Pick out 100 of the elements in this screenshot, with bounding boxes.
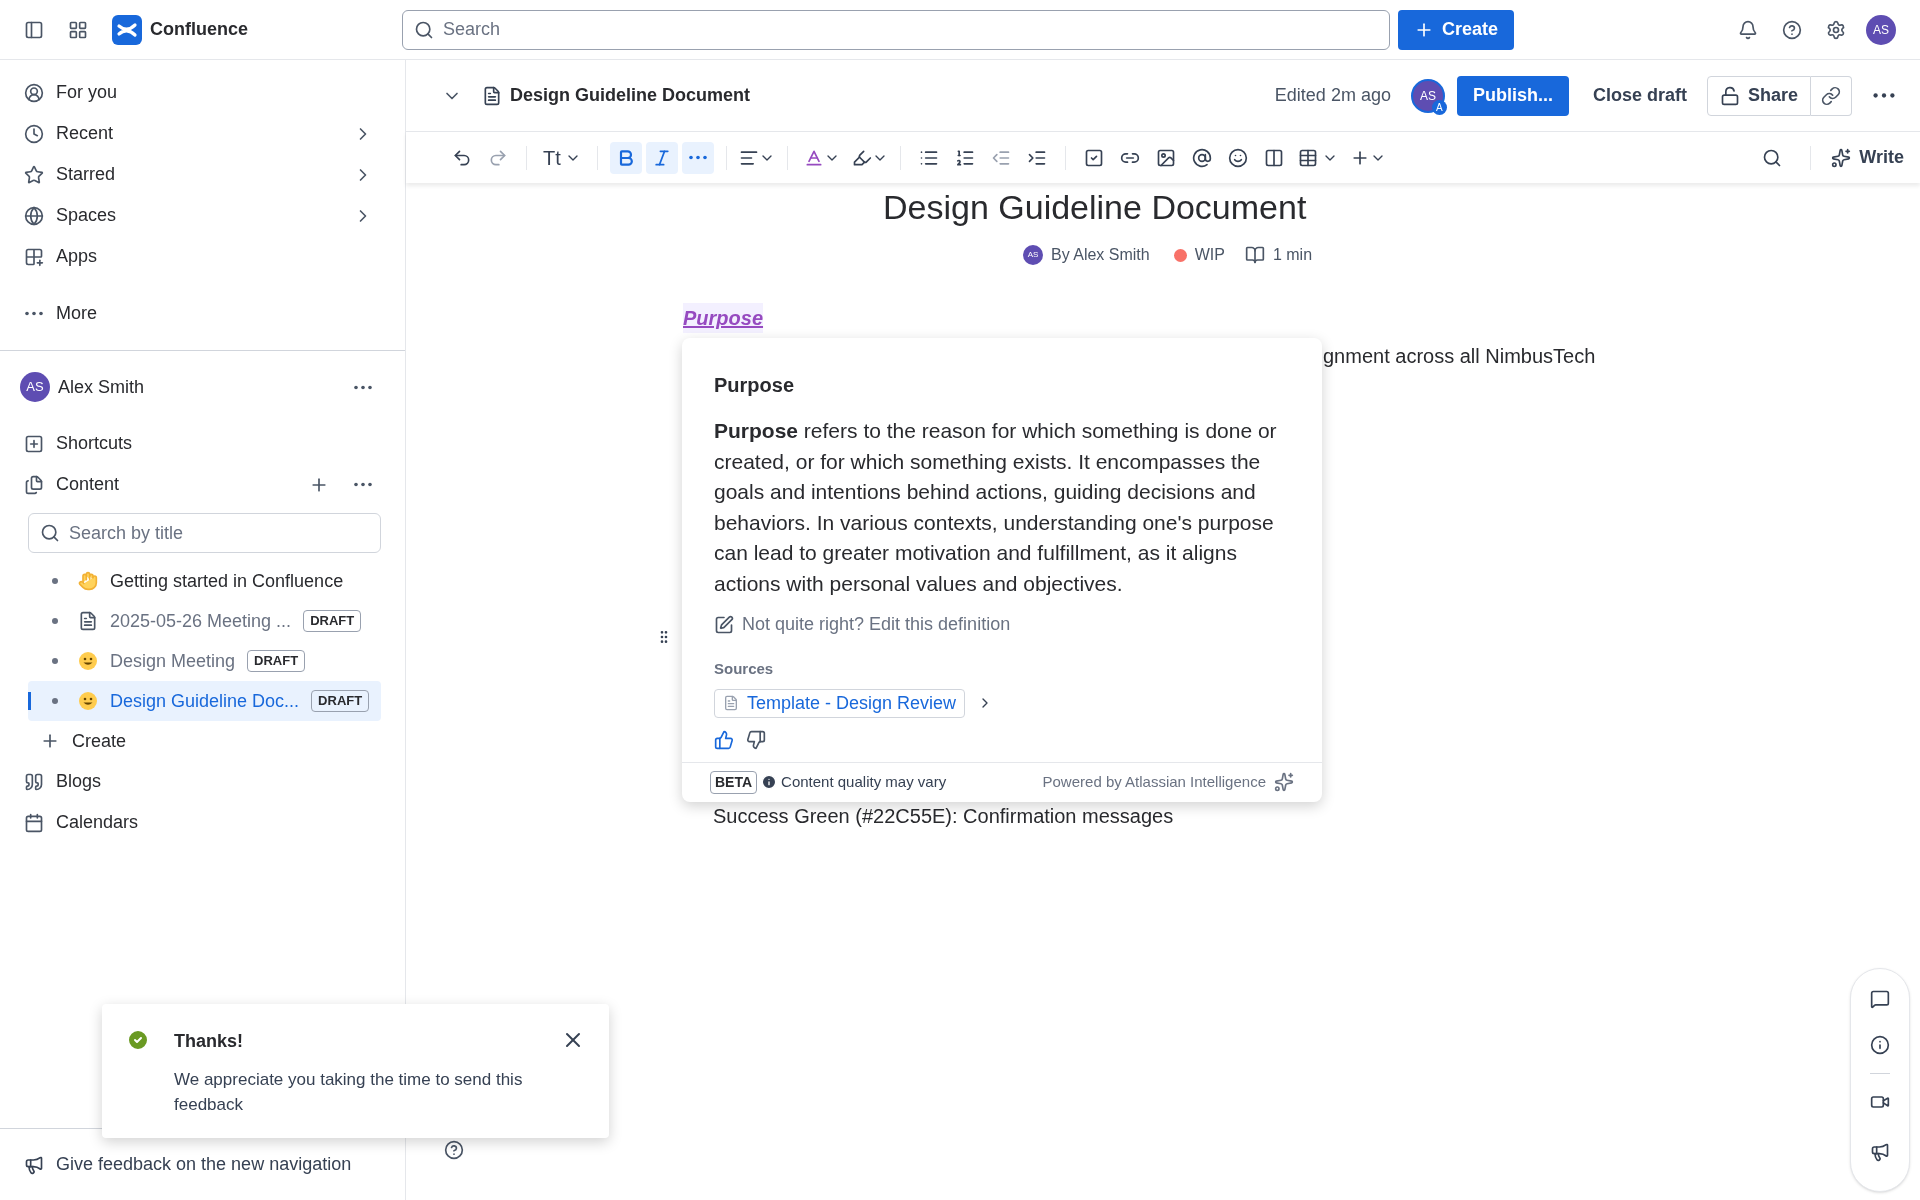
clock-icon: [24, 123, 44, 144]
thumbs-up-icon[interactable]: [714, 729, 734, 750]
author-avatar: AS: [1023, 245, 1043, 265]
search-field[interactable]: Search by title: [28, 513, 381, 553]
info-icon: [761, 774, 778, 790]
page-tree-item[interactable]: Getting started in Confluence: [28, 561, 381, 601]
edit-definition-link[interactable]: Not quite right? Edit this definition: [714, 611, 1011, 638]
document-title: Design Guideline Document: [883, 187, 1307, 227]
source-link[interactable]: Template - Design Review: [714, 688, 966, 718]
highlighter-icon: [851, 147, 872, 168]
notifications-icon[interactable]: [1738, 19, 1758, 40]
help-icon[interactable]: [1782, 19, 1802, 40]
megaphone-icon: [24, 1154, 44, 1175]
sparkle-icon: [1831, 147, 1852, 168]
glossary-term-link[interactable]: Purpose: [683, 303, 764, 333]
more-item[interactable]: More: [24, 293, 381, 334]
toast-message: We appreciate you taking the time to send this feedback: [174, 1069, 524, 1116]
content-label[interactable]: Content: [56, 471, 297, 498]
nav-item[interactable]: Recent: [24, 113, 381, 154]
checkbox-icon[interactable]: [1083, 147, 1104, 168]
more-icon[interactable]: [353, 384, 373, 390]
shortcuts-item[interactable]: Shortcuts: [24, 423, 381, 464]
user-avatar: AS: [20, 372, 50, 402]
edit-icon: [714, 614, 734, 635]
megaphone-icon[interactable]: [1870, 1142, 1890, 1162]
page-tree-item[interactable]: Design Meeting DRAFT: [28, 641, 381, 681]
smiley-icon: [78, 691, 98, 711]
page-tree-item[interactable]: 2025-05-26 Meeting ... DRAFT: [28, 601, 381, 641]
info-icon[interactable]: [1870, 1035, 1890, 1055]
globe-icon: [24, 205, 44, 226]
shortcut-icon: [24, 433, 44, 454]
apps-icon: [24, 246, 44, 267]
powered-by-text: Powered by Atlassian Intelligence: [1042, 771, 1266, 792]
italic-button[interactable]: [645, 141, 678, 174]
settings-icon[interactable]: [1826, 19, 1846, 40]
nav-item[interactable]: For you: [24, 72, 381, 113]
search-icon: [414, 19, 434, 40]
product-name: Confluence: [150, 18, 248, 41]
user-avatar[interactable]: AS: [1866, 14, 1896, 45]
more-icon[interactable]: [1872, 93, 1896, 98]
calendar-icon: [24, 812, 44, 833]
smiley-icon: [78, 651, 98, 671]
search-field[interactable]: Search: [402, 9, 1390, 50]
document-icon: [723, 695, 739, 711]
create-item[interactable]: Create: [40, 721, 381, 761]
more-button[interactable]: [681, 141, 714, 174]
columns-icon[interactable]: [1263, 147, 1284, 168]
more-icon[interactable]: [353, 482, 373, 487]
definition-title: Purpose: [714, 373, 796, 398]
success-icon: [126, 1028, 150, 1052]
logo-icon: [112, 14, 142, 45]
help-icon[interactable]: [444, 1140, 464, 1160]
emoji-icon[interactable]: [1227, 147, 1248, 168]
write-button[interactable]: Write: [1831, 144, 1904, 171]
app-switcher-icon[interactable]: [68, 19, 88, 40]
beta-badge: BETA: [710, 770, 758, 794]
comment-icon[interactable]: [1870, 989, 1890, 1009]
publish-button[interactable]: Publish...: [1456, 75, 1569, 116]
feedback-link[interactable]: Give feedback on the new navigation: [24, 1151, 352, 1178]
search-icon: [40, 523, 60, 543]
redo-icon[interactable]: [488, 147, 508, 168]
thumbs-down-icon[interactable]: [746, 729, 766, 750]
list-item-text: Success Green (#22C55E): Confirmation messages: [713, 804, 1174, 829]
definition-text: Purpose refers to the reason for which something is done or created, or for which something exists. It encompasses the goals and intentions behind actions, guiding decisions and behaviors. In various contexts, understanding one's purpose can lead to greater motivation and fulfillment, as it aligns actions with personal values and objectives.: [714, 418, 1278, 597]
image-icon[interactable]: [1155, 147, 1176, 168]
undo-icon[interactable]: [452, 147, 472, 168]
draft-badge: DRAFT: [311, 690, 370, 712]
table-icon: [1297, 147, 1318, 168]
sidebar-toggle-icon[interactable]: [24, 19, 44, 40]
copy-link-button[interactable]: [1811, 75, 1852, 116]
page-tree-item[interactable]: Design Guideline Doc... DRAFT: [28, 681, 381, 721]
nav-item[interactable]: Calendars: [24, 802, 381, 843]
author-name: By Alex Smith: [1051, 245, 1150, 265]
page-icon: [482, 85, 502, 106]
star-icon: [24, 164, 44, 185]
read-time: 1 min: [1272, 245, 1313, 265]
mention-icon[interactable]: [1191, 147, 1212, 168]
draft-badge: DRAFT: [247, 650, 306, 672]
close-draft-button[interactable]: Close draft: [1576, 75, 1703, 116]
draft-badge: DRAFT: [303, 610, 362, 632]
lock-icon: [1719, 85, 1740, 106]
user-icon: [24, 82, 44, 103]
bold-button[interactable]: [609, 141, 642, 174]
sparkle-icon: [1274, 772, 1294, 792]
create-button[interactable]: Create: [1398, 9, 1515, 50]
search-icon[interactable]: [1762, 147, 1783, 168]
share-button[interactable]: Share: [1706, 75, 1811, 116]
nav-item[interactable]: Starred: [24, 154, 381, 195]
quote-icon: [24, 771, 44, 792]
nav-item[interactable]: Blogs: [24, 761, 381, 802]
status-label: WIP: [1194, 245, 1225, 265]
nav-item[interactable]: Spaces: [24, 195, 381, 236]
page-icon: [78, 611, 98, 631]
more-icon: [687, 155, 708, 160]
quality-note: Content quality may vary: [781, 771, 947, 792]
content-icon: [24, 474, 44, 495]
collaborator-avatar: AS A: [1410, 78, 1445, 113]
nav-item[interactable]: Apps: [24, 236, 381, 277]
text-style-button[interactable]: Tt: [539, 142, 585, 173]
edited-status: Edited 2m ago: [1274, 84, 1391, 107]
